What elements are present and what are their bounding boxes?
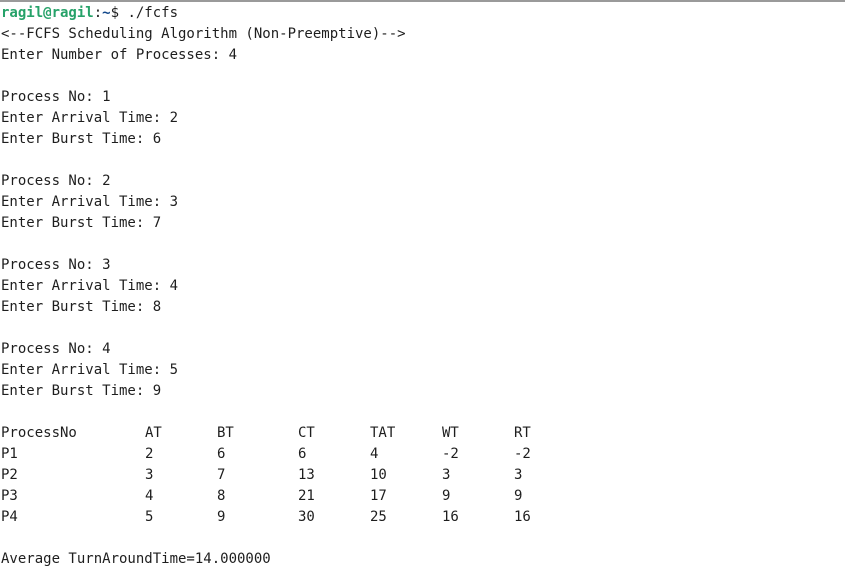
cell-process: P1	[1, 446, 18, 462]
cell-wt: 16	[442, 509, 459, 525]
cell-rt: 16	[514, 509, 531, 525]
header-rt: RT	[514, 425, 531, 441]
table-row: P1 2 6 6 4 -2 -2	[1, 444, 845, 465]
cell-wt: 3	[442, 467, 451, 483]
header-at: AT	[145, 425, 162, 441]
cell-bt: 9	[217, 509, 226, 525]
header-ct: CT	[298, 425, 315, 441]
window-top-border	[0, 0, 845, 2]
arrival-time-prompt: Enter Arrival Time: 2	[1, 110, 179, 126]
header-bt: BT	[217, 425, 234, 441]
burst-time-prompt: Enter Burst Time: 9	[1, 383, 162, 399]
process-number-line: Process No: 1	[1, 89, 111, 105]
num-processes-prompt: Enter Number of Processes: 4	[1, 47, 238, 63]
results-table-header: ProcessNo AT BT CT TAT WT RT	[1, 423, 845, 444]
process-number-line: Process No: 2	[1, 173, 111, 189]
cell-wt: -2	[442, 446, 459, 462]
cell-wt: 9	[442, 488, 451, 504]
prompt-symbol: $	[110, 5, 128, 21]
cell-tat: 25	[370, 509, 387, 525]
burst-time-prompt: Enter Burst Time: 6	[1, 131, 162, 147]
cell-rt: 3	[514, 467, 523, 483]
arrival-time-prompt: Enter Arrival Time: 5	[1, 362, 179, 378]
process-number-line: Process No: 4	[1, 341, 111, 357]
cell-ct: 30	[298, 509, 315, 525]
cell-process: P2	[1, 467, 18, 483]
arrival-time-prompt: Enter Arrival Time: 3	[1, 194, 179, 210]
table-row: P2 3 7 13 10 3 3	[1, 465, 845, 486]
cell-tat: 10	[370, 467, 387, 483]
average-turnaround: Average TurnAroundTime=14.000000	[1, 551, 271, 567]
cell-ct: 6	[298, 446, 307, 462]
terminal-output[interactable]: ragil@ragil:~$ ./fcfs <--FCFS Scheduling…	[1, 3, 845, 570]
cell-at: 3	[145, 467, 154, 483]
cell-ct: 21	[298, 488, 315, 504]
cell-process: P3	[1, 488, 18, 504]
cell-bt: 7	[217, 467, 226, 483]
prompt-path: ~	[102, 5, 111, 21]
cell-bt: 8	[217, 488, 226, 504]
burst-time-prompt: Enter Burst Time: 7	[1, 215, 162, 231]
cell-process: P4	[1, 509, 18, 525]
program-header: <--FCFS Scheduling Algorithm (Non-Preemp…	[1, 26, 406, 42]
header-processno: ProcessNo	[1, 425, 77, 441]
cell-rt: -2	[514, 446, 531, 462]
header-tat: TAT	[370, 425, 396, 441]
burst-time-prompt: Enter Burst Time: 8	[1, 299, 162, 315]
cell-bt: 6	[217, 446, 226, 462]
cell-at: 4	[145, 488, 154, 504]
command-text: ./fcfs	[127, 5, 179, 21]
cell-rt: 9	[514, 488, 523, 504]
cell-tat: 17	[370, 488, 387, 504]
arrival-time-prompt: Enter Arrival Time: 4	[1, 278, 179, 294]
prompt-separator: :	[93, 5, 103, 21]
process-number-line: Process No: 3	[1, 257, 111, 273]
cell-at: 2	[145, 446, 154, 462]
table-row: P3 4 8 21 17 9 9	[1, 486, 845, 507]
command-prompt-line: ragil@ragil:~$ ./fcfs	[1, 3, 845, 24]
cell-tat: 4	[370, 446, 379, 462]
cell-ct: 13	[298, 467, 315, 483]
prompt-user-host: ragil@ragil	[1, 5, 94, 21]
table-row: P4 5 9 30 25 16 16	[1, 507, 845, 528]
cell-at: 5	[145, 509, 154, 525]
header-wt: WT	[442, 425, 459, 441]
